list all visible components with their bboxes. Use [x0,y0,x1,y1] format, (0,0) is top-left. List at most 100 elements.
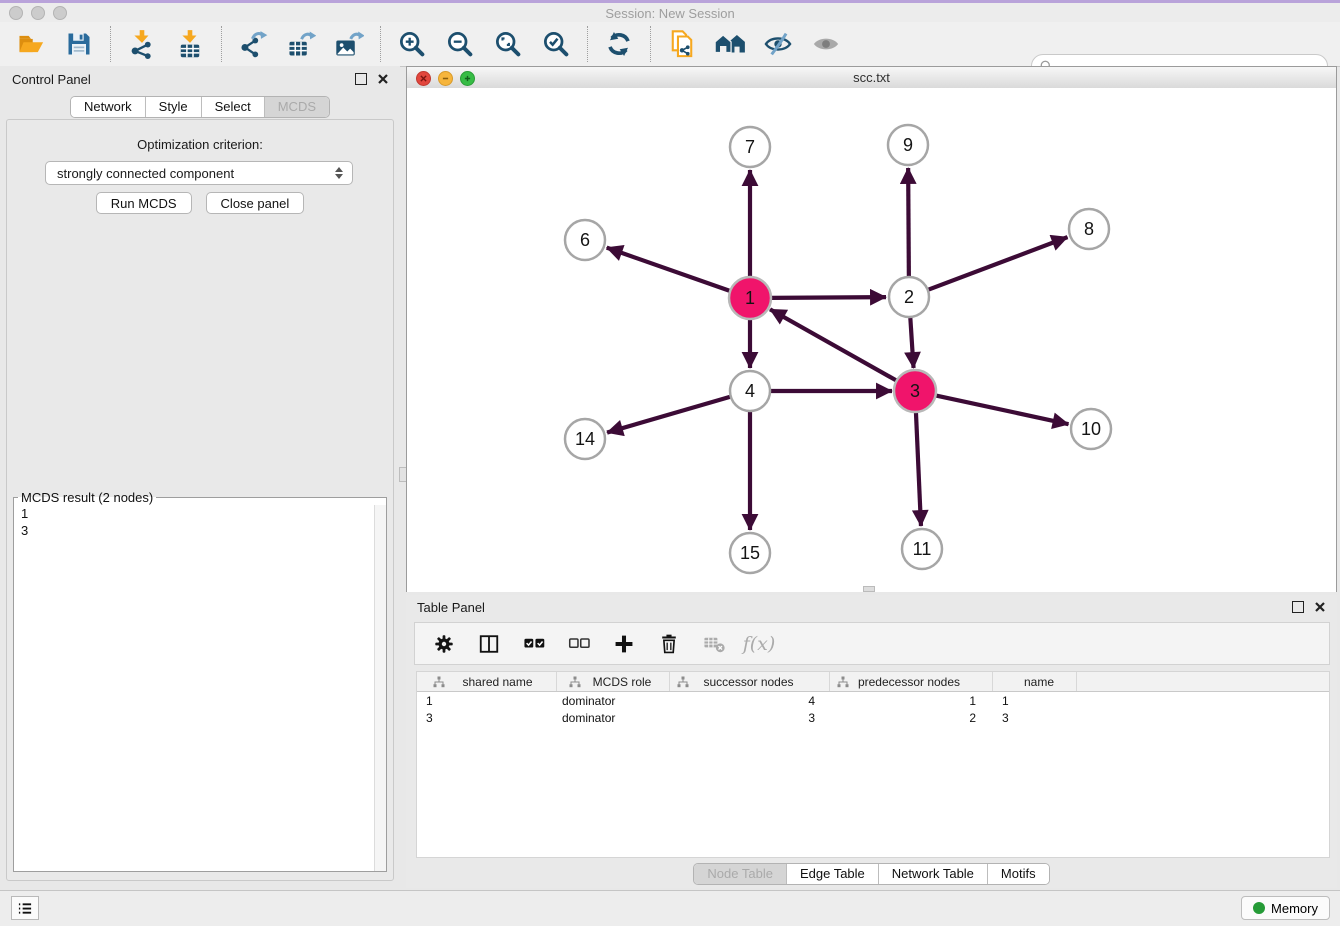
add-column-button[interactable] [611,630,637,658]
home-button[interactable] [713,26,747,62]
network-canvas[interactable]: 7 9 6 8 1 2 4 3 14 10 15 11 [407,88,1336,592]
graph-edge-1-6[interactable] [607,248,730,291]
graph-edge-3-1[interactable] [770,309,897,380]
select-all-button[interactable] [521,630,547,658]
import-table-button[interactable] [173,26,207,62]
graph-edge-2-3[interactable] [910,318,913,368]
table-cell: 1 [993,694,1077,708]
save-session-button[interactable] [62,26,96,62]
tab-mcds[interactable]: MCDS [264,97,329,117]
graph-node-label: 9 [903,135,913,155]
zoom-fit-button[interactable] [491,26,525,62]
network-window-resize-grip[interactable] [863,586,875,592]
clone-network-button[interactable] [665,26,699,62]
column-header-shared-name[interactable]: shared name [417,672,557,691]
toolbar-group [222,26,380,62]
deselect-all-button[interactable] [566,630,592,658]
memory-button[interactable]: Memory [1241,896,1330,920]
delete-column-button[interactable] [656,630,682,658]
graph-node-1[interactable]: 1 [729,277,771,319]
graph-node-7[interactable]: 7 [730,127,770,167]
home-icon [713,30,747,58]
import-table-icon [175,29,205,59]
graph-node-label: 4 [745,381,755,401]
table-panel-tabs: Node Table Edge Table Network Table Moti… [406,863,1337,885]
tab-network-table[interactable]: Network Table [878,864,987,884]
column-header-mcds-role[interactable]: MCDS role [557,672,670,691]
table-body: 1dominator4113dominator323 [417,692,1329,726]
graph-node-label: 10 [1081,419,1101,439]
table-cell: dominator [557,711,670,725]
export-network-icon [238,29,268,59]
settings-icon [433,633,455,655]
settings-button[interactable] [431,630,457,658]
toolbar-groups [0,26,857,62]
graph-node-8[interactable]: 8 [1069,209,1109,249]
node-table: shared name MCDS role successor nodes pr… [416,671,1330,858]
column-header-successor-nodes[interactable]: successor nodes [670,672,830,691]
mcds-result-node: 3 [14,522,386,539]
graph-edge-2-8[interactable] [929,237,1068,289]
zoom-in-icon [397,29,427,59]
graph-node-14[interactable]: 14 [565,419,605,459]
import-network-button[interactable] [125,26,159,62]
graph-node-label: 6 [580,230,590,250]
run-mcds-button[interactable]: Run MCDS [96,192,192,214]
function-builder-button: f(x) [746,630,772,658]
graph-edge-3-10[interactable] [936,395,1069,424]
graph-node-10[interactable]: 10 [1071,409,1111,449]
optimization-criterion-select[interactable]: strongly connected component [45,161,353,185]
column-header-predecessor-nodes[interactable]: predecessor nodes [830,672,993,691]
tab-motifs[interactable]: Motifs [987,864,1049,884]
graph-node-4[interactable]: 4 [730,371,770,411]
mcds-result-fieldset: MCDS result (2 nodes) 1 3 [13,490,387,872]
refresh-button[interactable] [602,26,636,62]
close-panel-button[interactable]: Close panel [206,192,305,214]
zoom-selected-button[interactable] [539,26,573,62]
graph-edge-4-14[interactable] [607,397,730,433]
network-window-titlebar[interactable]: scc.txt [407,67,1336,89]
result-scrollbar[interactable] [374,505,386,871]
show-display-button[interactable] [809,26,843,62]
application-window: Session: New Session Control Panel Netwo… [0,0,1340,926]
tab-select[interactable]: Select [201,97,264,117]
tab-style[interactable]: Style [145,97,201,117]
main-toolbar [0,22,1340,67]
open-session-button[interactable] [14,26,48,62]
window-title: Session: New Session [0,6,1340,21]
graph-edge-3-11[interactable] [916,412,921,526]
toolbar-group [651,26,857,62]
table-cell: 1 [830,694,993,708]
graph-node-9[interactable]: 9 [888,125,928,165]
graph-node-3[interactable]: 3 [894,370,936,412]
graph-node-2[interactable]: 2 [889,277,929,317]
graph-node-6[interactable]: 6 [565,220,605,260]
table-cell: 1 [417,694,557,708]
tab-edge-table[interactable]: Edge Table [786,864,878,884]
table-row[interactable]: 1dominator411 [417,692,1329,709]
list-icon [16,901,34,916]
graph-edge-2-9[interactable] [908,168,909,276]
tab-node-table[interactable]: Node Table [694,864,786,884]
tab-network[interactable]: Network [71,97,145,117]
graph-edge-1-2[interactable] [771,297,886,298]
close-panel-icon[interactable] [378,74,388,84]
zoom-in-button[interactable] [395,26,429,62]
column-header-name[interactable]: name [993,672,1077,691]
mcds-buttons-row: Run MCDS Close panel [7,192,393,214]
show-panels-list-button[interactable] [11,896,39,920]
float-table-panel-icon[interactable] [1292,601,1304,613]
export-image-button[interactable] [332,26,366,62]
table-row[interactable]: 3dominator323 [417,709,1329,726]
split-panel-button[interactable] [476,630,502,658]
close-table-panel-icon[interactable] [1315,602,1325,612]
graph-node-15[interactable]: 15 [730,533,770,573]
export-network-button[interactable] [236,26,270,62]
criterion-selected-value: strongly connected component [57,166,330,181]
hide-display-button[interactable] [761,26,795,62]
float-panel-icon[interactable] [355,73,367,85]
graph-node-11[interactable]: 11 [902,529,942,569]
zoom-out-button[interactable] [443,26,477,62]
table-toolbar: f(x) [414,622,1330,665]
export-table-button[interactable] [284,26,318,62]
